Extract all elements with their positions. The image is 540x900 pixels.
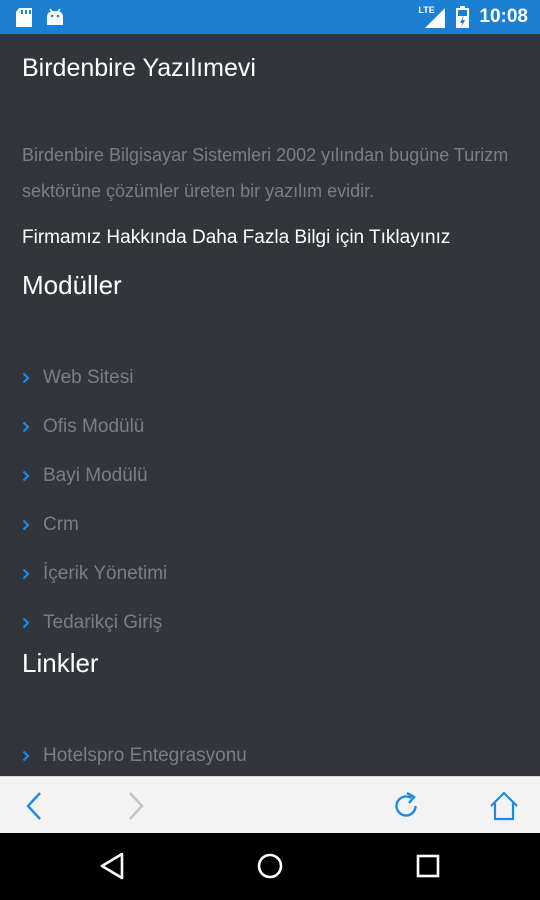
module-item-web-sitesi[interactable]: Web Sitesi — [22, 353, 167, 402]
page-title: Birdenbire Yazılımevi — [22, 54, 256, 82]
chevron-right-icon — [22, 519, 30, 530]
chevron-right-icon — [22, 617, 30, 628]
module-item-icerik-yonetimi[interactable]: İçerik Yönetimi — [22, 549, 167, 598]
module-item-label: Bayi Modülü — [43, 464, 148, 486]
back-icon[interactable] — [20, 790, 52, 822]
module-item-bayi-modulu[interactable]: Bayi Modülü — [22, 451, 167, 500]
about-text: Birdenbire Bilgisayar Sistemleri 2002 yı… — [22, 145, 509, 201]
status-bar: LTE 10:08 — [0, 0, 540, 34]
module-item-label: Web Sitesi — [43, 366, 134, 388]
chevron-right-icon — [22, 421, 30, 432]
module-item-label: Tedarikçi Giriş — [43, 611, 163, 633]
nav-back-icon[interactable] — [97, 851, 127, 881]
company-info-link[interactable]: Firmamız Hakkında Daha Fazla Bilgi için … — [22, 227, 450, 249]
links-list: Hotelspro Entegrasyonu — [22, 731, 247, 776]
sd-card-icon — [16, 8, 32, 27]
links-heading: Linkler — [22, 648, 99, 678]
page-content[interactable]: Birdenbire Yazılımevi Birdenbire Bilgisa… — [0, 34, 540, 776]
chevron-right-icon — [22, 470, 30, 481]
nav-recents-icon[interactable] — [413, 851, 443, 881]
chevron-right-icon — [22, 568, 30, 579]
module-item-tedarikci-giris[interactable]: Tedarikçi Giriş — [22, 598, 167, 647]
link-item-label: Hotelspro Entegrasyonu — [43, 744, 247, 766]
module-item-ofis-modulu[interactable]: Ofis Modülü — [22, 402, 167, 451]
battery-icon — [456, 6, 470, 28]
module-item-label: Crm — [43, 513, 79, 535]
status-notifications — [16, 8, 64, 27]
android-icon — [47, 8, 63, 25]
lte-signal-icon: LTE — [418, 5, 446, 29]
home-icon[interactable] — [488, 790, 520, 822]
modules-heading: Modüller — [22, 270, 122, 300]
chevron-right-icon — [22, 750, 30, 761]
module-item-label: İçerik Yönetimi — [43, 562, 168, 584]
refresh-icon[interactable] — [390, 790, 422, 822]
status-indicators: LTE 10:08 — [418, 5, 528, 29]
chevron-right-icon — [22, 372, 30, 383]
modules-list: Web Sitesi Ofis Modülü Bayi Modülü Crm İ… — [22, 353, 167, 647]
module-item-crm[interactable]: Crm — [22, 500, 167, 549]
forward-icon[interactable] — [118, 790, 150, 822]
link-item-hotelspro[interactable]: Hotelspro Entegrasyonu — [22, 731, 247, 776]
system-navigation-bar — [0, 833, 540, 900]
nav-home-icon[interactable] — [255, 851, 285, 881]
browser-toolbar — [0, 776, 540, 834]
status-time: 10:08 — [479, 6, 528, 27]
module-item-label: Ofis Modülü — [43, 415, 145, 437]
